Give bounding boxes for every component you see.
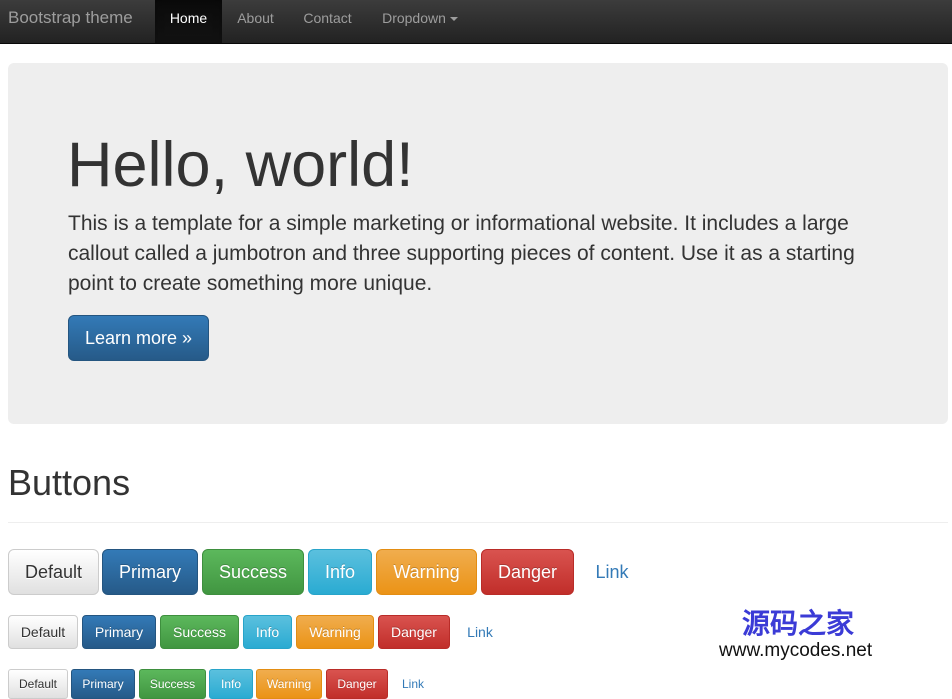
btn-danger-medium[interactable]: Danger [378, 615, 450, 649]
nav-item-about[interactable]: About [222, 0, 289, 43]
buttons-section-title: Buttons [8, 462, 131, 503]
btn-default-small[interactable]: Default [8, 669, 68, 699]
btn-success-large[interactable]: Success [202, 549, 304, 595]
btn-primary-large[interactable]: Primary [102, 549, 198, 595]
watermark-logo: 源码之家 [742, 607, 855, 640]
btn-info-large[interactable]: Info [308, 549, 372, 595]
btn-success-medium[interactable]: Success [160, 615, 239, 649]
btn-link-large[interactable]: Link [578, 549, 646, 595]
btn-default-medium[interactable]: Default [8, 615, 78, 649]
btn-danger-small[interactable]: Danger [326, 669, 388, 699]
btn-success-small[interactable]: Success [139, 669, 206, 699]
btn-default-large[interactable]: Default [8, 549, 99, 595]
btn-warning-large[interactable]: Warning [376, 549, 477, 595]
btn-danger-large[interactable]: Danger [481, 549, 574, 595]
btn-link-small[interactable]: Link [391, 669, 435, 699]
btn-primary-medium[interactable]: Primary [82, 615, 156, 649]
watermark-url: www.mycodes.net [719, 640, 873, 661]
top-navbar: Bootstrap theme Home About Contact Dropd… [0, 0, 952, 44]
nav-item-contact[interactable]: Contact [289, 0, 366, 43]
nav-item-home[interactable]: Home [155, 0, 222, 43]
learn-more-button[interactable]: Learn more » [68, 315, 209, 361]
jumbotron-text: This is a template for a simple marketin… [68, 212, 855, 295]
btn-info-medium[interactable]: Info [243, 615, 292, 649]
caret-down-icon [449, 17, 458, 22]
btn-warning-medium[interactable]: Warning [296, 615, 374, 649]
btn-warning-small[interactable]: Warning [256, 669, 322, 699]
nav-item-dropdown[interactable]: Dropdown [366, 0, 474, 43]
btn-link-medium[interactable]: Link [454, 615, 506, 649]
btn-info-small[interactable]: Info [209, 669, 253, 699]
nav-item-dropdown-label: Dropdown [382, 10, 446, 26]
btn-primary-small[interactable]: Primary [71, 669, 135, 699]
section-divider [8, 522, 948, 523]
navbar-brand[interactable]: Bootstrap theme [8, 0, 133, 43]
jumbotron-title: Hello, world! [67, 130, 414, 200]
jumbotron: Hello, world! This is a template for a s… [8, 63, 948, 424]
